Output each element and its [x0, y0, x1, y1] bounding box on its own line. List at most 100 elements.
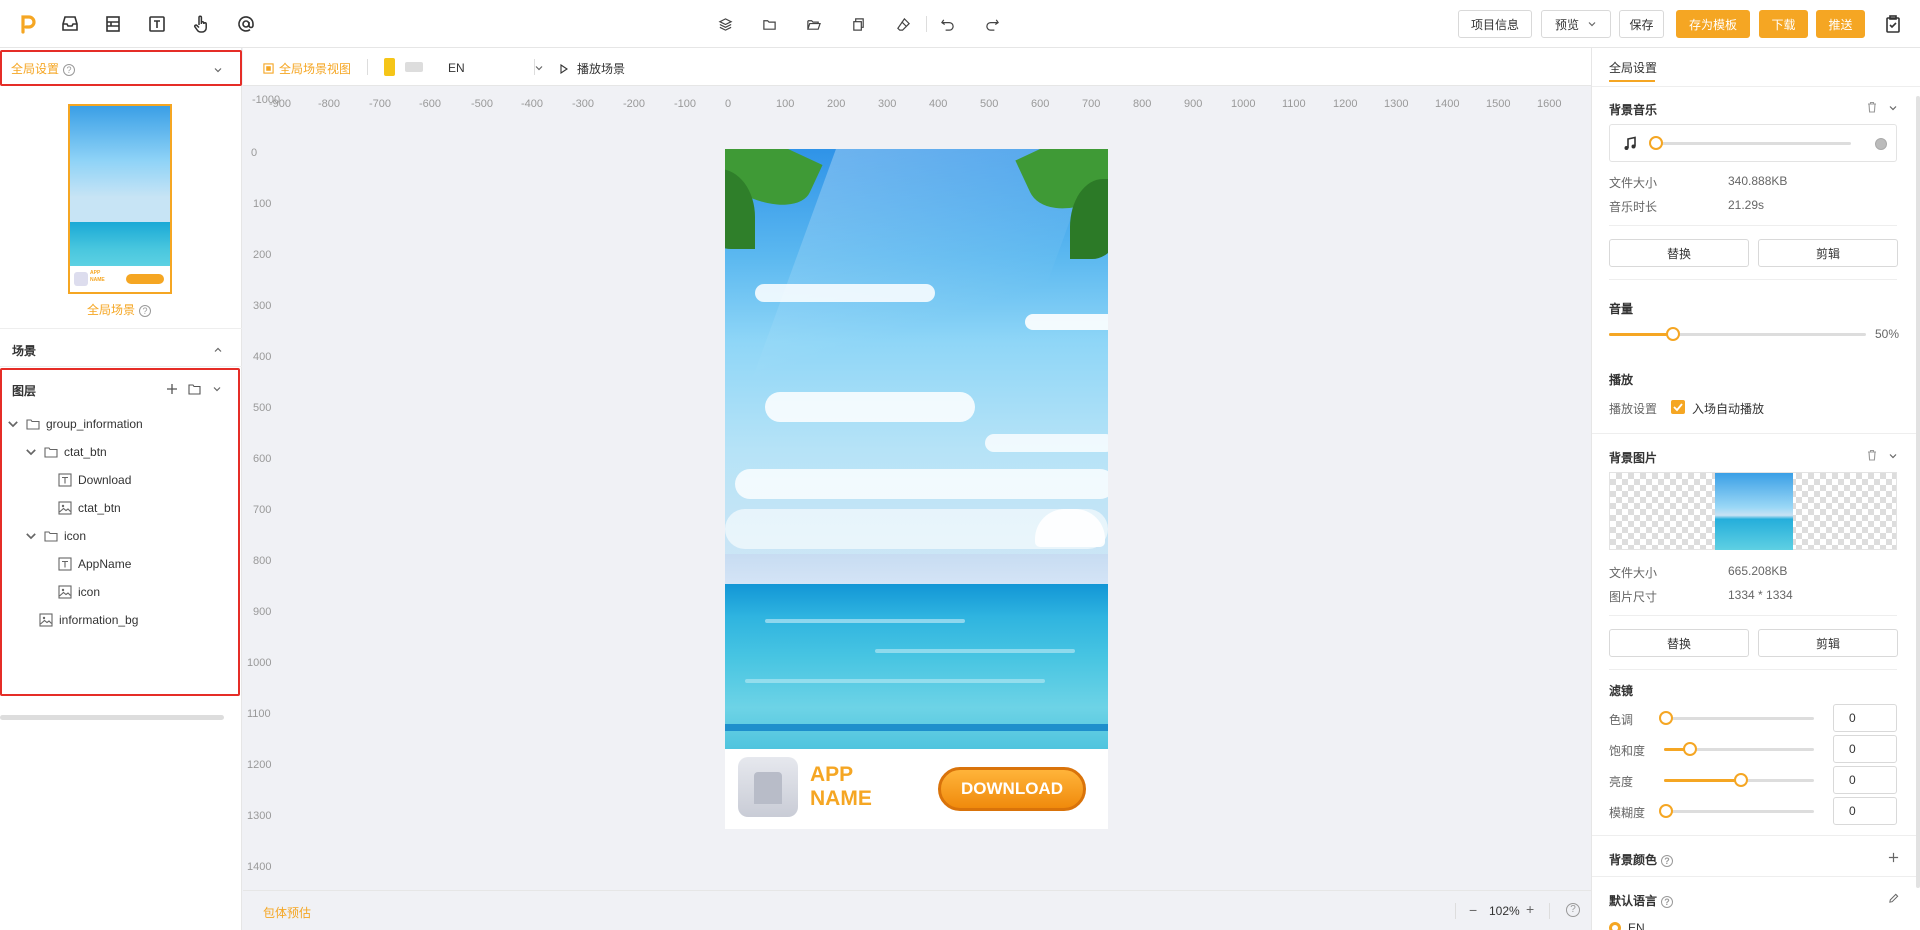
- layer-row-icon-image[interactable]: icon: [58, 578, 100, 606]
- download-cta-button[interactable]: DOWNLOAD: [938, 767, 1086, 811]
- help-icon[interactable]: ?: [1566, 903, 1580, 917]
- autoplay-checkbox[interactable]: [1671, 400, 1685, 414]
- clipboard-check-icon[interactable]: [1881, 12, 1905, 36]
- help-icon[interactable]: ?: [1661, 895, 1674, 908]
- hand-pointer-icon[interactable]: [189, 12, 213, 36]
- undo-icon[interactable]: [937, 14, 957, 34]
- save-button[interactable]: 保存: [1619, 10, 1664, 38]
- global-scene-thumbnail[interactable]: APP NAME: [68, 104, 172, 294]
- global-scene-caption: 全局场景?: [87, 301, 152, 318]
- filter-track[interactable]: [1664, 810, 1814, 813]
- redo-icon[interactable]: [982, 14, 1002, 34]
- package-estimate-link[interactable]: 包体预估: [263, 904, 311, 921]
- eraser-icon[interactable]: [893, 14, 913, 34]
- layer-row-ctat-btn-image[interactable]: ctat_btn: [58, 494, 121, 522]
- layer-row-appname-text[interactable]: AppName: [58, 550, 131, 578]
- language-value: EN: [448, 61, 465, 75]
- caret-down-icon[interactable]: [24, 445, 38, 459]
- volume-knob[interactable]: [1666, 327, 1681, 341]
- close-icon[interactable]: [1875, 138, 1887, 150]
- filter-knob[interactable]: [1659, 804, 1673, 818]
- ruler-tick: 900: [1184, 98, 1203, 110]
- folder-open-icon[interactable]: [803, 14, 823, 34]
- bg-image-preview[interactable]: [1609, 472, 1897, 550]
- inbox-icon[interactable]: [58, 12, 82, 36]
- scene-section-title[interactable]: 场景: [12, 342, 36, 359]
- layer-row-group-information[interactable]: group_information: [6, 410, 143, 438]
- filter-value-input[interactable]: 0: [1833, 735, 1897, 763]
- scene-preview[interactable]: APP NAME DOWNLOAD: [725, 149, 1108, 829]
- text-tool-icon[interactable]: [145, 12, 169, 36]
- save-template-button[interactable]: 存为模板: [1676, 10, 1750, 38]
- push-button[interactable]: 推送: [1816, 10, 1865, 38]
- preview-label: 预览: [1554, 17, 1579, 32]
- edit-music-button[interactable]: 剪辑: [1758, 239, 1898, 267]
- layers-icon[interactable]: [715, 14, 735, 34]
- chevron-down-icon[interactable]: [1888, 103, 1898, 113]
- filter-value-input[interactable]: 0: [1833, 766, 1897, 794]
- ruler-horizontal: -100 0 -900 -800 -700 -600 -500 -400 -300…: [243, 86, 1591, 112]
- preview-dropdown[interactable]: 预览: [1541, 10, 1611, 38]
- filter-track[interactable]: [1664, 717, 1814, 720]
- help-icon[interactable]: ?: [139, 304, 152, 317]
- app-logo-icon[interactable]: [16, 12, 40, 36]
- replace-image-button[interactable]: 替换: [1609, 629, 1749, 657]
- filter-knob[interactable]: [1659, 711, 1673, 725]
- layer-row-icon-group[interactable]: icon: [24, 522, 86, 550]
- language-select[interactable]: EN: [448, 59, 544, 77]
- global-scene-view-toggle[interactable]: 全局场景视图: [263, 60, 351, 77]
- vertical-scrollbar[interactable]: [1916, 96, 1920, 888]
- caret-down-icon[interactable]: [6, 417, 20, 431]
- layer-label: ctat_btn: [64, 445, 107, 459]
- help-icon[interactable]: ?: [1661, 854, 1674, 867]
- zoom-in-button[interactable]: +: [1526, 901, 1534, 917]
- chevron-down-icon[interactable]: [1888, 451, 1898, 461]
- divider: [1592, 876, 1920, 877]
- at-sign-icon[interactable]: [234, 12, 258, 36]
- download-button[interactable]: 下载: [1759, 10, 1808, 38]
- layer-row-ctat-btn-group[interactable]: ctat_btn: [24, 438, 107, 466]
- ruler-tick: 1000: [1231, 98, 1256, 110]
- edit-pencil-icon[interactable]: [1888, 893, 1899, 904]
- filter-knob[interactable]: [1734, 773, 1748, 787]
- chevron-up-icon[interactable]: [213, 345, 223, 355]
- folder-icon[interactable]: [759, 14, 779, 34]
- filter-value-input[interactable]: 0: [1833, 704, 1897, 732]
- filter-knob[interactable]: [1683, 742, 1697, 756]
- add-layer-icon[interactable]: [166, 383, 178, 395]
- music-progress-track[interactable]: [1655, 142, 1851, 145]
- lang-radio[interactable]: [1609, 922, 1621, 930]
- ruler-tick: 800: [1133, 98, 1152, 110]
- ruler-tick: -400: [521, 98, 544, 110]
- edit-image-button[interactable]: 剪辑: [1758, 629, 1898, 657]
- music-progress-knob[interactable]: [1649, 136, 1663, 150]
- zoom-out-button[interactable]: −: [1469, 902, 1477, 918]
- caret-down-icon[interactable]: [24, 529, 38, 543]
- copy-icon[interactable]: [848, 14, 868, 34]
- cloud: [765, 392, 975, 422]
- add-icon[interactable]: [1888, 852, 1899, 863]
- trash-icon[interactable]: [1866, 449, 1878, 461]
- music-note-icon: [1624, 136, 1636, 150]
- layer-row-download-text[interactable]: Download: [58, 466, 131, 494]
- filter-value-input[interactable]: 0: [1833, 797, 1897, 825]
- ruler-tick: 600: [253, 453, 272, 465]
- layer-label: AppName: [78, 557, 132, 571]
- trash-icon[interactable]: [1866, 101, 1878, 113]
- app-name-line2: NAME: [810, 787, 872, 810]
- thumb-sea: [70, 222, 170, 266]
- layer-row-information-bg[interactable]: information_bg: [39, 606, 138, 634]
- project-info-button[interactable]: 项目信息: [1458, 10, 1532, 38]
- ruler-tick: -200: [623, 98, 646, 110]
- play-scene-button[interactable]: 播放场景: [559, 60, 625, 77]
- layout-icon[interactable]: [101, 12, 125, 36]
- footer-banner: APP NAME DOWNLOAD: [725, 749, 1108, 829]
- new-folder-icon[interactable]: [188, 383, 201, 395]
- tab-global-settings[interactable]: 全局设置: [1609, 59, 1657, 76]
- chevron-down-icon[interactable]: [212, 384, 222, 394]
- device-landscape-toggle[interactable]: [405, 62, 423, 72]
- device-portrait-toggle[interactable]: [384, 58, 395, 76]
- horizontal-scrollbar[interactable]: [0, 715, 224, 720]
- replace-music-button[interactable]: 替换: [1609, 239, 1749, 267]
- layer-label: ctat_btn: [78, 501, 121, 515]
